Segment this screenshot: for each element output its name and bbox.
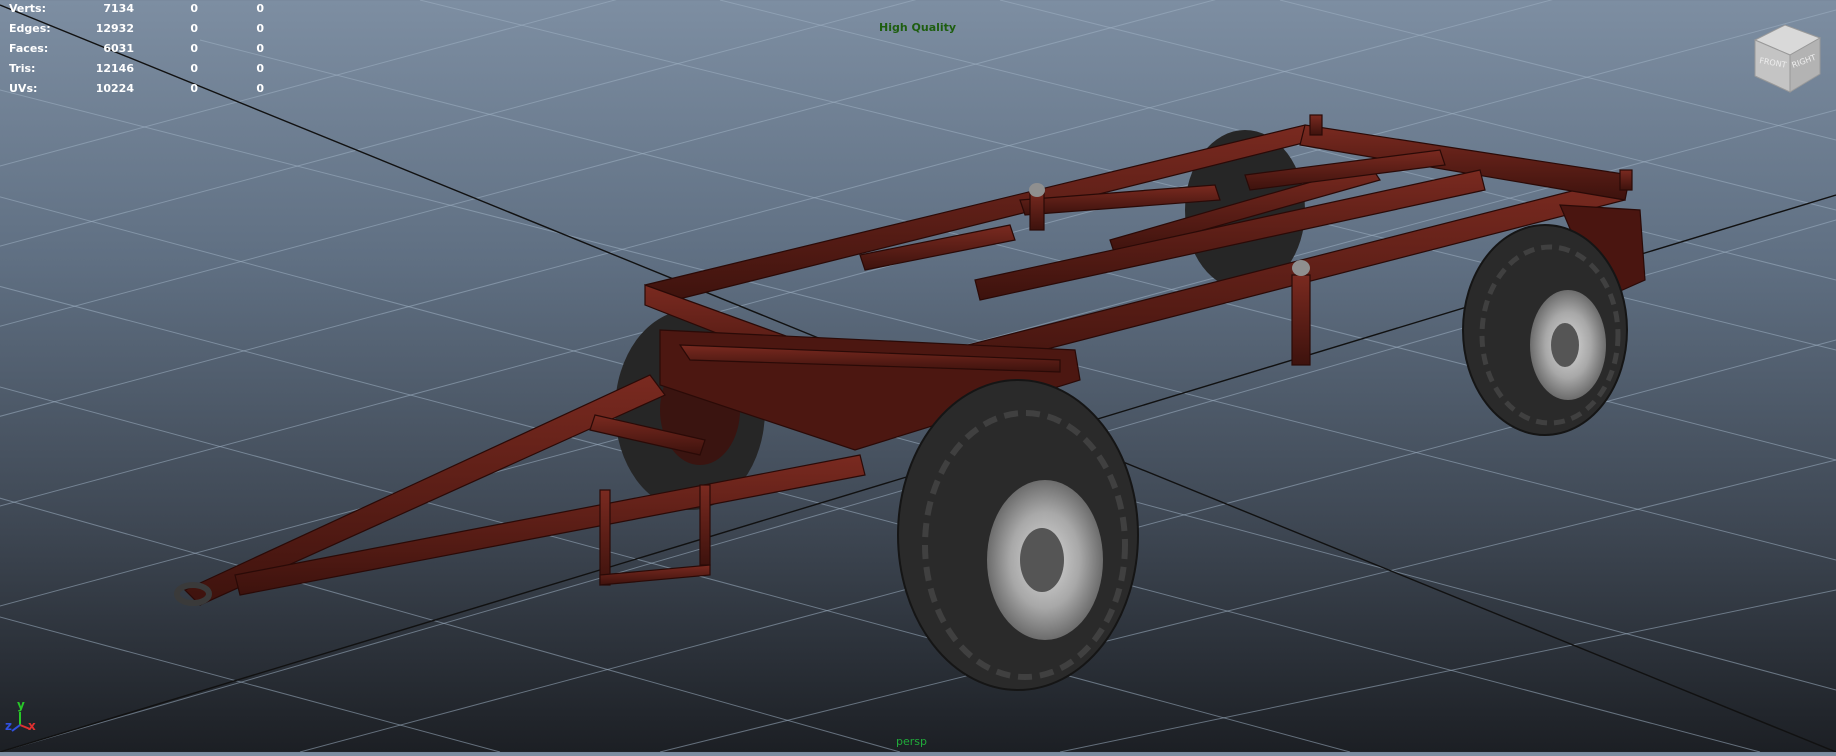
axis-y-label: y xyxy=(17,698,25,712)
hud-value: 0 xyxy=(256,82,264,95)
post-back-left xyxy=(1309,114,1323,136)
hud-label: Verts: xyxy=(9,2,47,15)
hud-value: 0 xyxy=(190,42,198,55)
drawbar-stand-right xyxy=(699,484,711,566)
hud-label: Faces: xyxy=(9,42,49,55)
hud-value: 0 xyxy=(256,22,264,35)
axis-z-label: z xyxy=(5,719,12,733)
drawbar-stand-left xyxy=(599,489,611,586)
wheel-rear-right xyxy=(1462,224,1628,436)
hud-value: 0 xyxy=(256,2,264,15)
hud-value: 12932 xyxy=(95,22,134,35)
scene: FRONT RIGHT xyxy=(0,0,1836,753)
viewport-3d[interactable]: FRONT RIGHT y x z Verts: 7134 0 0 Edges:… xyxy=(0,0,1836,753)
hud-label: Edges: xyxy=(9,22,51,35)
view-cube[interactable]: FRONT RIGHT xyxy=(1753,24,1822,93)
hud-value: 0 xyxy=(190,22,198,35)
hud-label: UVs: xyxy=(9,82,38,95)
wheel-front-right xyxy=(897,379,1139,691)
hud-value: 0 xyxy=(190,62,198,75)
hud-value: 0 xyxy=(256,42,264,55)
hud-value: 12146 xyxy=(95,62,134,75)
hud-label: Tris: xyxy=(9,62,36,75)
hud-value: 6031 xyxy=(103,42,134,55)
post-cap-front xyxy=(1029,183,1045,197)
hud-value: 0 xyxy=(256,62,264,75)
post-rear xyxy=(1291,274,1311,366)
hud-value: 7134 xyxy=(103,2,134,15)
camera-name-label: persp xyxy=(896,735,927,748)
hud-value: 0 xyxy=(190,2,198,15)
axis-x-label: x xyxy=(28,719,36,733)
hud-value: 0 xyxy=(190,82,198,95)
drawbar-stand-foot xyxy=(599,564,711,586)
hud-value: 10224 xyxy=(95,82,134,95)
post-back-right xyxy=(1619,169,1633,191)
post-cap-rear xyxy=(1292,260,1310,276)
trailer-model[interactable] xyxy=(174,114,1646,691)
render-mode-label: High Quality xyxy=(879,21,957,34)
